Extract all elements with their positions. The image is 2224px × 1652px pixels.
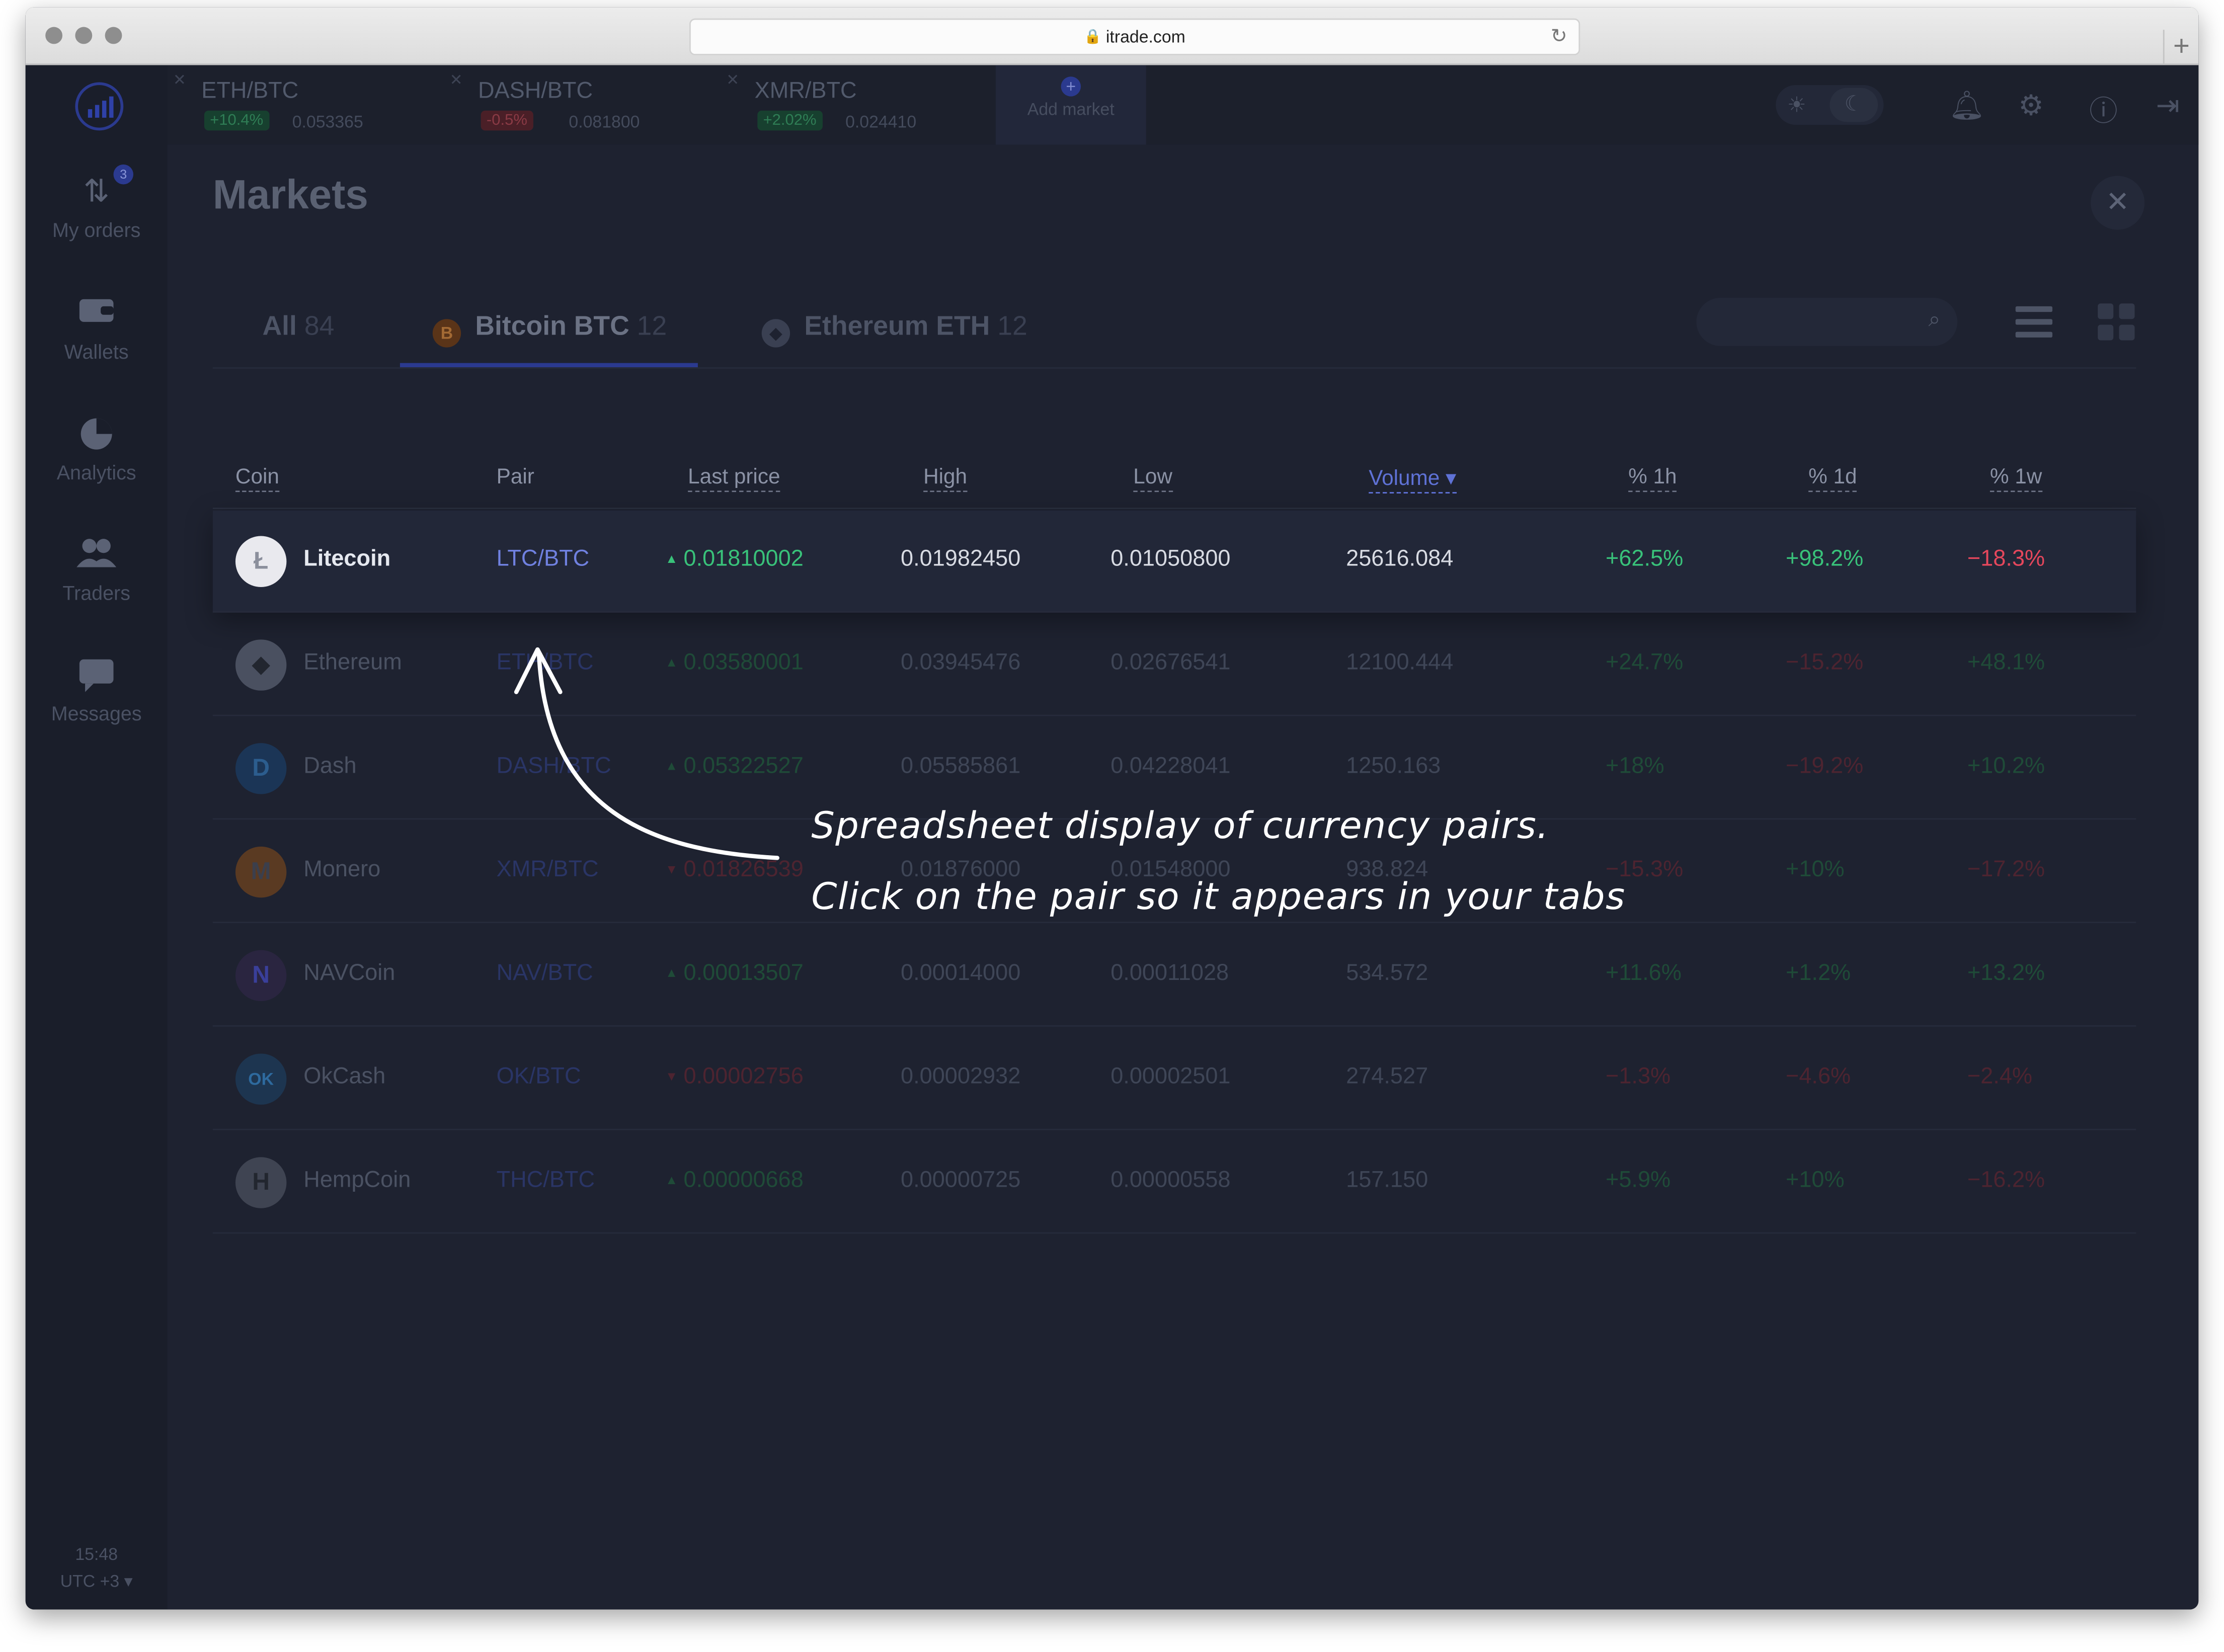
theme-toggle[interactable]: ☀ ☾ xyxy=(1776,85,1884,125)
logo-icon[interactable] xyxy=(75,82,124,131)
bell-icon[interactable]: 🔔︎ xyxy=(1949,88,1985,123)
close-window-dot[interactable] xyxy=(45,27,63,44)
close-tab-icon[interactable]: ✕ xyxy=(173,71,186,90)
sidebar-item-label: Wallets xyxy=(64,340,129,363)
market-tab[interactable]: ✕ XMR/BTC +2.02% 0.024410 xyxy=(721,65,990,145)
sidebar: ⇅ 3 My orders Wallets Analytics Traders … xyxy=(25,65,168,1610)
market-tab-pair: ETH/BTC xyxy=(201,79,299,104)
annotation-line-2: Click on the pair so it appears in your … xyxy=(811,876,1626,919)
reload-icon[interactable]: ↻ xyxy=(1551,24,1567,48)
help-icon[interactable]: ⓘ xyxy=(2089,88,2117,129)
gear-icon[interactable]: ⚙ xyxy=(2018,88,2044,123)
market-tab-pair: DASH/BTC xyxy=(478,79,593,104)
close-tab-icon[interactable]: ✕ xyxy=(450,71,463,90)
zoom-window-dot[interactable] xyxy=(105,27,122,44)
sidebar-item-wallets[interactable]: Wallets xyxy=(26,295,168,363)
browser-titlebar: 🔒 itrade.com ↻ + xyxy=(25,7,2199,65)
sidebar-item-my-orders[interactable]: ⇅ 3 My orders xyxy=(26,164,168,241)
plus-icon: + xyxy=(1061,76,1081,97)
close-tab-icon[interactable]: ✕ xyxy=(726,71,739,90)
address-bar[interactable]: 🔒 itrade.com ↻ xyxy=(689,18,1580,55)
logout-icon[interactable]: ⇥ xyxy=(2156,88,2180,123)
market-tab-change: +2.02% xyxy=(757,110,822,131)
browser-window: 🔒 itrade.com ↻ + ⇅ 3 My orders Wallets A… xyxy=(25,7,2199,1610)
annotation-line-1: Spreadsheet display of currency pairs. xyxy=(811,805,1549,848)
new-tab-button[interactable]: + xyxy=(2163,30,2198,64)
sidebar-item-label: Messages xyxy=(51,702,142,725)
sun-icon: ☀ xyxy=(1787,94,1806,118)
market-tab[interactable]: ✕ ETH/BTC +10.4% 0.053365 xyxy=(168,65,437,145)
clock: 15:48 UTC +3 ▾ xyxy=(26,1541,168,1595)
market-tabs-bar: ✕ ETH/BTC +10.4% 0.053365 ✕ DASH/BTC -0.… xyxy=(167,65,2199,145)
orders-count-badge: 3 xyxy=(113,164,133,185)
sidebar-item-traders[interactable]: Traders xyxy=(26,536,168,604)
wallet-icon xyxy=(26,295,168,332)
chat-bubble-icon xyxy=(26,656,168,693)
moon-icon: ☾ xyxy=(1830,88,1878,122)
lock-icon: 🔒 xyxy=(1084,29,1102,45)
market-tab-price: 0.053365 xyxy=(292,112,363,132)
url-text: itrade.com xyxy=(1105,27,1185,47)
people-icon xyxy=(26,536,168,573)
sidebar-item-label: Analytics xyxy=(56,461,136,484)
sidebar-item-label: My orders xyxy=(52,218,141,241)
market-tab-change: +10.4% xyxy=(204,110,269,131)
markets-panel: Markets ✕ All 84 B Bitcoin BTC 12 ◆ Ethere… xyxy=(168,145,2199,1610)
clock-time: 15:48 xyxy=(75,1544,118,1564)
app: ⇅ 3 My orders Wallets Analytics Traders … xyxy=(25,65,2199,1610)
market-tab-price: 0.081800 xyxy=(569,112,640,132)
market-tab-change: -0.5% xyxy=(481,110,533,131)
minimize-window-dot[interactable] xyxy=(75,27,93,44)
orders-arrows-icon: ⇅ xyxy=(83,173,110,209)
add-market-button[interactable]: + Add market xyxy=(995,65,1146,145)
market-tab-price: 0.024410 xyxy=(845,112,917,132)
add-market-label: Add market xyxy=(1027,99,1115,119)
sidebar-item-label: Traders xyxy=(62,581,130,604)
market-tab[interactable]: ✕ DASH/BTC -0.5% 0.081800 xyxy=(444,65,713,145)
timezone-selector[interactable]: UTC +3 ▾ xyxy=(26,1568,168,1596)
sidebar-item-analytics[interactable]: Analytics xyxy=(26,416,168,483)
market-tab-pair: XMR/BTC xyxy=(754,79,857,104)
sidebar-item-messages[interactable]: Messages xyxy=(26,656,168,724)
pie-chart-icon xyxy=(26,416,168,452)
